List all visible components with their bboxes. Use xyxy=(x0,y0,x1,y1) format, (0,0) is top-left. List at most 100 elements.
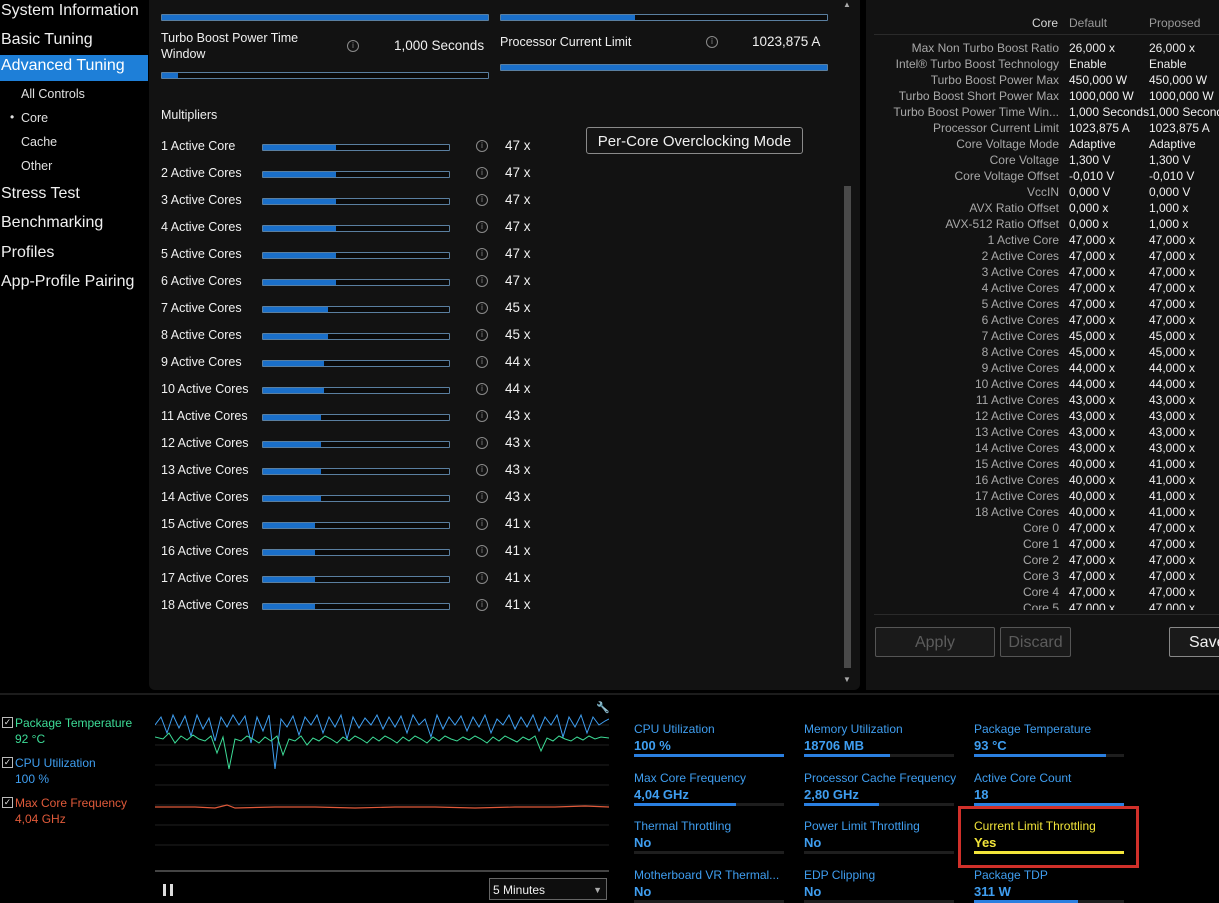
nav-sub-cache[interactable]: Cache xyxy=(21,135,57,149)
multiplier-value: 47 x xyxy=(505,165,531,180)
nav-sub-other[interactable]: Other xyxy=(21,159,52,173)
multiplier-slider[interactable] xyxy=(262,603,450,610)
multiplier-slider[interactable] xyxy=(262,468,450,475)
info-icon[interactable]: i xyxy=(476,275,488,287)
slider-fill xyxy=(263,550,316,555)
info-icon[interactable]: i xyxy=(476,599,488,611)
checkbox-cpu-utilization[interactable]: ✓ xyxy=(2,757,13,768)
summary-label: Core 4 xyxy=(1022,585,1059,599)
proposed-value: 43,000 x xyxy=(1149,393,1196,407)
nav-item-advanced-tuning[interactable]: Advanced Tuning xyxy=(0,55,148,81)
summary-row: VccIN 0,000 V 0,000 V xyxy=(866,185,1219,201)
top-right-slider[interactable] xyxy=(500,14,828,21)
summary-row: Turbo Boost Power Time Win... 1,000 Secon… xyxy=(866,105,1219,121)
duration-select[interactable]: 5 Minutes ▼ xyxy=(489,878,607,900)
info-icon[interactable]: i xyxy=(476,221,488,233)
nav-item-app-profile-pairing[interactable]: App-Profile Pairing xyxy=(0,271,148,297)
nav-item-stress-test[interactable]: Stress Test xyxy=(0,183,148,209)
summary-label: Core Voltage Mode xyxy=(956,137,1059,151)
info-icon[interactable]: i xyxy=(706,36,718,48)
nav-item-profiles[interactable]: Profiles xyxy=(0,242,148,268)
slider-fill xyxy=(162,15,488,20)
info-icon[interactable]: i xyxy=(347,40,359,52)
multiplier-label: 3 Active Cores xyxy=(161,193,242,207)
scroll-up-icon[interactable]: ▲ xyxy=(843,0,851,9)
multiplier-slider[interactable] xyxy=(262,333,450,340)
turbo-time-window-slider[interactable] xyxy=(161,72,489,79)
multiplier-slider[interactable] xyxy=(262,144,450,151)
info-icon[interactable]: i xyxy=(476,545,488,557)
save-button[interactable]: Save xyxy=(1169,627,1219,657)
multiplier-slider[interactable] xyxy=(262,441,450,448)
multiplier-slider[interactable] xyxy=(262,414,450,421)
proposed-value: 47,000 x xyxy=(1149,521,1196,535)
discard-button[interactable]: Discard xyxy=(1000,627,1071,657)
multiplier-slider[interactable] xyxy=(262,225,450,232)
nav-item-system-information[interactable]: System Information xyxy=(0,0,148,26)
multiplier-slider[interactable] xyxy=(262,576,450,583)
info-icon[interactable]: i xyxy=(476,329,488,341)
info-icon[interactable]: i xyxy=(476,410,488,422)
summary-row: Core 1 47,000 x 47,000 x xyxy=(866,537,1219,553)
nav-item-benchmarking[interactable]: Benchmarking xyxy=(0,212,148,238)
default-value: 1,000 Seconds xyxy=(1069,105,1150,119)
multiplier-label: 13 Active Cores xyxy=(161,463,249,477)
nav-sub-all-controls[interactable]: All Controls xyxy=(21,87,85,101)
scrollbar[interactable] xyxy=(844,186,851,668)
default-value: 1000,000 W xyxy=(1069,89,1134,103)
checkbox-package-temperature[interactable]: ✓ xyxy=(2,717,13,728)
info-icon[interactable]: i xyxy=(476,491,488,503)
info-icon[interactable]: i xyxy=(476,140,488,152)
stat-label: Package TDP xyxy=(974,868,1048,882)
stat-value: 2,80 GHz xyxy=(804,787,859,802)
summary-row: 10 Active Cores 44,000 x 44,000 x xyxy=(866,377,1219,393)
top-left-slider[interactable] xyxy=(161,14,489,21)
info-icon[interactable]: i xyxy=(476,167,488,179)
nav-label: Profiles xyxy=(1,244,55,261)
info-icon[interactable]: i xyxy=(476,518,488,530)
info-icon[interactable]: i xyxy=(476,437,488,449)
multiplier-slider[interactable] xyxy=(262,198,450,205)
highlight-box xyxy=(958,806,1139,868)
multiplier-slider[interactable] xyxy=(262,495,450,502)
summary-row: 16 Active Cores 40,000 x 41,000 x xyxy=(866,473,1219,489)
info-icon[interactable]: i xyxy=(476,248,488,260)
proposed-value: -0,010 V xyxy=(1149,169,1195,183)
apply-button[interactable]: Apply xyxy=(875,627,995,657)
current-limit-slider[interactable] xyxy=(500,64,828,71)
info-icon[interactable]: i xyxy=(476,572,488,584)
scroll-down-icon[interactable]: ▼ xyxy=(843,675,851,684)
info-icon[interactable]: i xyxy=(476,356,488,368)
stat-value: 18 xyxy=(974,787,989,802)
default-value: 47,000 x xyxy=(1069,233,1116,247)
proposed-value: 47,000 x xyxy=(1149,569,1196,583)
summary-row: Intel® Turbo Boost Technology Enable Enabl… xyxy=(866,57,1219,73)
turbo-time-window-label: Turbo Boost Power Time Window xyxy=(161,31,299,61)
info-icon[interactable]: i xyxy=(476,383,488,395)
multiplier-label: 16 Active Cores xyxy=(161,544,249,558)
checkbox-max-core-frequency[interactable]: ✓ xyxy=(2,797,13,808)
summary-label: 12 Active Cores xyxy=(974,409,1059,423)
nav-sub-core[interactable]: Core xyxy=(21,111,48,125)
multiplier-slider[interactable] xyxy=(262,279,450,286)
summary-label: 9 Active Cores xyxy=(981,361,1059,375)
wrench-icon[interactable]: 🔧 xyxy=(596,701,610,714)
multiplier-slider[interactable] xyxy=(262,387,450,394)
stat-value: No xyxy=(634,884,652,899)
info-icon[interactable]: i xyxy=(476,194,488,206)
stat-bar xyxy=(974,754,1124,757)
per-core-overclocking-button[interactable]: Per-Core Overclocking Mode xyxy=(586,127,803,154)
multiplier-slider[interactable] xyxy=(262,306,450,313)
multiplier-slider[interactable] xyxy=(262,252,450,259)
multiplier-slider[interactable] xyxy=(262,360,450,367)
nav-item-basic-tuning[interactable]: Basic Tuning xyxy=(0,29,148,55)
pause-icon[interactable] xyxy=(163,884,173,896)
summary-row: Core Voltage Mode Adaptive Adaptive xyxy=(866,137,1219,153)
multiplier-slider[interactable] xyxy=(262,171,450,178)
default-value: 47,000 x xyxy=(1069,601,1116,610)
info-icon[interactable]: i xyxy=(476,302,488,314)
info-icon[interactable]: i xyxy=(476,464,488,476)
slider-fill xyxy=(263,577,316,582)
multiplier-slider[interactable] xyxy=(262,522,450,529)
multiplier-slider[interactable] xyxy=(262,549,450,556)
